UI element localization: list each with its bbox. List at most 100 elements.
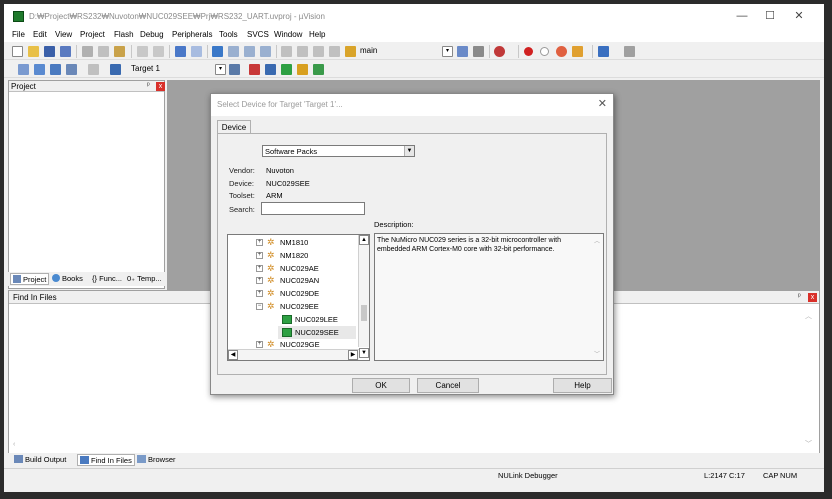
navigate-back-icon[interactable]	[175, 46, 186, 57]
clear-breakpoints-icon[interactable]	[556, 46, 567, 57]
paste-icon[interactable]	[114, 46, 125, 57]
chevron-down-icon[interactable]: ▼	[404, 146, 414, 156]
cancel-button[interactable]: Cancel	[417, 378, 479, 393]
expand-icon[interactable]: +	[256, 341, 263, 349]
menu-file[interactable]: File	[12, 30, 25, 39]
close-panel-icon[interactable]: x	[808, 293, 817, 302]
menu-view[interactable]: View	[55, 30, 72, 39]
clear-bookmarks-icon[interactable]	[260, 46, 271, 57]
maximize-button[interactable]: ☐	[760, 8, 780, 24]
tab-templates[interactable]: 0₊ Temp...	[127, 273, 162, 285]
tab-functions[interactable]: {} Func...	[92, 273, 122, 285]
search-input[interactable]	[261, 202, 365, 215]
ok-button[interactable]: OK	[352, 378, 410, 393]
settings-wrench-icon[interactable]	[624, 46, 635, 57]
debug-session-icon[interactable]	[494, 46, 505, 57]
window-layout-icon[interactable]	[598, 46, 609, 57]
close-button[interactable]: ✕	[789, 8, 809, 24]
tab-books[interactable]: Books	[52, 273, 83, 285]
tree-family-item[interactable]: − ✲ NUC029EE	[228, 300, 356, 313]
download-icon[interactable]	[110, 64, 121, 75]
menu-peripherals[interactable]: Peripherals	[172, 30, 212, 39]
configure-icon[interactable]	[572, 46, 583, 57]
copy-icon[interactable]	[98, 46, 109, 57]
target-combo[interactable]: main	[360, 46, 377, 55]
build-icon[interactable]	[34, 64, 45, 75]
scroll-down-icon[interactable]: ▼	[359, 348, 369, 358]
expand-icon[interactable]: +	[256, 251, 263, 259]
expand-icon[interactable]: +	[256, 277, 263, 285]
device-icon[interactable]	[313, 64, 324, 75]
chevron-down-icon[interactable]: ▾	[215, 64, 226, 75]
incremental-find-icon[interactable]	[473, 46, 484, 57]
save-all-icon[interactable]	[60, 46, 71, 57]
minimize-button[interactable]: —	[732, 8, 752, 24]
tree-family-item[interactable]: + ✲ NM1820	[228, 249, 356, 262]
cut-icon[interactable]	[82, 46, 93, 57]
scroll-right-icon[interactable]: ▶	[348, 350, 358, 360]
pack-installer-icon[interactable]	[297, 64, 308, 75]
tree-vertical-scrollbar[interactable]: ▲	[358, 235, 369, 347]
rebuild-icon[interactable]	[50, 64, 61, 75]
menu-flash[interactable]: Flash	[114, 30, 134, 39]
menu-help[interactable]: Help	[309, 30, 325, 39]
comment-icon[interactable]	[313, 46, 324, 57]
menu-project[interactable]: Project	[80, 30, 105, 39]
menu-debug[interactable]: Debug	[140, 30, 164, 39]
menu-tools[interactable]: Tools	[219, 30, 238, 39]
tab-find-in-files[interactable]: Find In Files	[77, 454, 135, 466]
tree-family-item[interactable]: + ✲ NUC029AN	[228, 274, 356, 287]
redo-icon[interactable]	[153, 46, 164, 57]
expand-icon[interactable]: +	[256, 264, 263, 272]
next-bookmark-icon[interactable]	[244, 46, 255, 57]
run-time-environment-icon[interactable]	[281, 64, 292, 75]
close-panel-icon[interactable]: x	[156, 82, 165, 91]
scroll-up-icon[interactable]: ▲	[359, 235, 369, 245]
menu-window[interactable]: Window	[274, 30, 302, 39]
stop-build-icon[interactable]	[88, 64, 99, 75]
unindent-icon[interactable]	[297, 46, 308, 57]
tree-family-item[interactable]: + ✲ NUC029AE	[228, 262, 356, 275]
expand-icon[interactable]: +	[256, 239, 263, 246]
scroll-up-icon[interactable]: ︿	[594, 236, 600, 245]
tree-family-item[interactable]: + ✲ NM1810	[228, 236, 356, 249]
batch-build-icon[interactable]	[66, 64, 77, 75]
tab-device[interactable]: Device	[217, 120, 251, 134]
prev-bookmark-icon[interactable]	[228, 46, 239, 57]
chevron-down-icon[interactable]: ▾	[442, 46, 453, 57]
find-in-files-icon[interactable]	[345, 46, 356, 57]
undo-icon[interactable]	[137, 46, 148, 57]
tab-browser[interactable]: Browser	[137, 454, 176, 466]
scroll-thumb[interactable]	[361, 305, 367, 321]
select-packs-icon[interactable]	[265, 64, 276, 75]
tree-device-item[interactable]: NUC029LEE	[228, 313, 356, 326]
help-button[interactable]: Help	[553, 378, 612, 393]
translate-icon[interactable]	[18, 64, 29, 75]
navigate-forward-icon[interactable]	[191, 46, 202, 57]
tree-family-item[interactable]: + ✲ NUC029DE	[228, 287, 356, 300]
indent-icon[interactable]	[281, 46, 292, 57]
target-options-icon[interactable]	[229, 64, 240, 75]
scroll-left-icon[interactable]: ◀	[228, 350, 238, 360]
tree-horizontal-scrollbar[interactable]: ◀ ▶	[228, 349, 359, 360]
menu-svcs[interactable]: SVCS	[247, 30, 269, 39]
dialog-close-icon[interactable]: ✕	[598, 97, 607, 110]
tree-device-item[interactable]: NUC029SEE	[278, 325, 356, 339]
scroll-down-icon[interactable]: ﹀	[805, 439, 812, 449]
breakpoint-icon[interactable]	[524, 47, 533, 56]
manage-components-icon[interactable]	[249, 64, 260, 75]
software-packs-select[interactable]: Software Packs ▼	[262, 145, 415, 157]
bookmark-icon[interactable]	[212, 46, 223, 57]
pin-icon[interactable]: ᵖ	[798, 293, 801, 300]
save-icon[interactable]	[44, 46, 55, 57]
collapse-icon[interactable]: −	[256, 303, 263, 310]
uncomment-icon[interactable]	[329, 46, 340, 57]
open-folder-icon[interactable]	[28, 46, 39, 57]
target-name[interactable]: Target 1	[131, 64, 160, 73]
new-file-icon[interactable]	[12, 46, 23, 57]
find-icon[interactable]	[457, 46, 468, 57]
pin-icon[interactable]: ᵖ	[147, 82, 150, 89]
tab-project[interactable]: Project	[10, 273, 50, 285]
menu-edit[interactable]: Edit	[33, 30, 47, 39]
disable-breakpoint-icon[interactable]	[540, 47, 549, 56]
